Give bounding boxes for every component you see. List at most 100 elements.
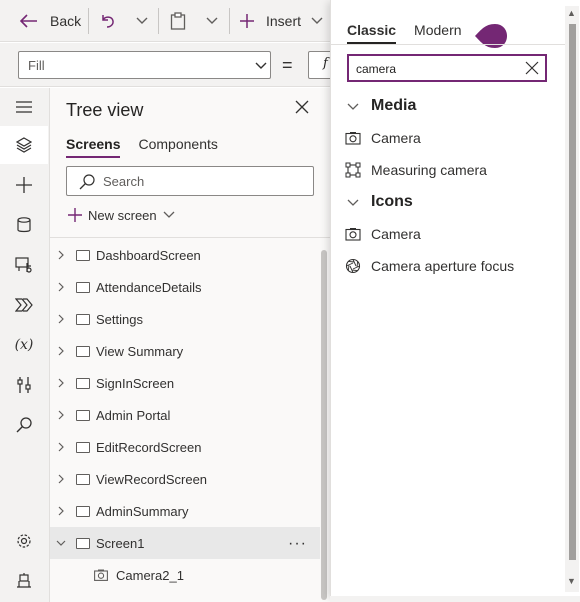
tree-scrollbar[interactable] xyxy=(321,250,327,600)
tree-row[interactable]: DashboardScreen xyxy=(50,239,320,271)
left-rail: (x) xyxy=(0,88,50,602)
chevron-right-icon[interactable] xyxy=(56,314,66,324)
insert-flyout: Classic Modern camera Media Camera Measu… xyxy=(330,0,580,596)
plus-icon xyxy=(16,177,32,193)
insert-item-measuring-camera[interactable]: Measuring camera xyxy=(345,158,487,182)
tree-row-label: Admin Portal xyxy=(96,407,171,423)
screen-icon xyxy=(76,473,90,485)
variables-button[interactable]: (x) xyxy=(0,326,48,364)
tree-view-panel: Tree view Screens Components Search New … xyxy=(50,88,330,602)
undo-button[interactable] xyxy=(100,0,116,42)
chevron-right-icon[interactable] xyxy=(56,442,66,452)
flyout-tabs: Classic Modern xyxy=(347,22,462,44)
screen-icon xyxy=(76,505,90,517)
tree-row-label: DashboardScreen xyxy=(96,247,201,263)
chevron-right-icon[interactable] xyxy=(56,506,66,516)
screen-icon xyxy=(76,313,90,325)
tree-row-selected[interactable]: Screen1 ··· xyxy=(50,527,320,559)
tree-row[interactable]: AdminSummary xyxy=(50,495,320,527)
screen-icon xyxy=(76,377,90,389)
undo-dropdown-button[interactable] xyxy=(136,0,148,42)
chevron-right-icon[interactable] xyxy=(56,282,66,292)
tree-row[interactable]: EditRecordScreen xyxy=(50,431,320,463)
tab-screens[interactable]: Screens xyxy=(66,136,121,158)
tree-tabs: Screens Components xyxy=(66,136,218,158)
tab-modern[interactable]: Modern xyxy=(414,22,461,44)
tree-row[interactable]: SignInScreen xyxy=(50,367,320,399)
plus-icon xyxy=(68,208,82,222)
new-screen-label: New screen xyxy=(88,207,157,223)
tab-classic[interactable]: Classic xyxy=(347,22,397,44)
chevron-right-icon[interactable] xyxy=(56,378,66,388)
item-label: Camera aperture focus xyxy=(371,258,515,274)
insert-item-camera[interactable]: Camera xyxy=(345,126,421,150)
clipboard-icon xyxy=(170,12,186,30)
insert-rail-button[interactable] xyxy=(0,166,48,204)
toolbar-divider xyxy=(88,8,89,34)
tree-row-label: Screen1 xyxy=(96,535,145,551)
data-button[interactable] xyxy=(0,206,48,244)
category-label: Media xyxy=(371,97,417,114)
search-icon xyxy=(16,417,32,433)
chevron-right-icon[interactable] xyxy=(56,250,66,260)
tree-row[interactable]: ViewRecordScreen xyxy=(50,463,320,495)
flyout-scrollbar-thumb[interactable] xyxy=(569,24,576,560)
chevron-down-icon[interactable] xyxy=(56,538,66,548)
panel-title: Tree view xyxy=(66,100,144,120)
tree-row-label: View Summary xyxy=(96,343,184,359)
camera-icon xyxy=(345,132,361,145)
undo-icon xyxy=(102,15,114,28)
category-label: Icons xyxy=(371,193,413,210)
tab-components[interactable]: Components xyxy=(138,136,217,158)
scroll-down-arrow-icon[interactable]: ▼ xyxy=(567,576,576,586)
more-options-button[interactable]: ··· xyxy=(288,535,307,553)
tree-row[interactable]: Settings xyxy=(50,303,320,335)
bot-icon xyxy=(17,573,31,588)
property-dropdown[interactable]: Fill xyxy=(18,51,271,79)
virtual-agent-button[interactable] xyxy=(0,562,48,600)
chevron-right-icon[interactable] xyxy=(56,474,66,484)
power-automate-button[interactable] xyxy=(0,286,48,324)
new-screen-button[interactable]: New screen xyxy=(68,204,175,226)
insert-button[interactable]: Insert xyxy=(240,0,323,42)
tree-row-label: Settings xyxy=(96,311,143,327)
search-icon xyxy=(79,174,95,190)
settings-button[interactable] xyxy=(0,522,48,560)
cursor-indicator-icon xyxy=(475,24,507,48)
paste-button[interactable] xyxy=(170,0,186,42)
insert-item-camera-icon[interactable]: Camera xyxy=(345,222,421,246)
tree-row[interactable]: Admin Portal xyxy=(50,399,320,431)
insert-item-camera-aperture-focus[interactable]: Camera aperture focus xyxy=(345,254,514,278)
scroll-up-arrow-icon[interactable]: ▲ xyxy=(567,8,576,18)
flyout-search-input[interactable]: camera xyxy=(347,54,547,82)
variables-icon: (x) xyxy=(14,337,34,353)
advanced-tools-button[interactable] xyxy=(0,366,48,404)
close-panel-button[interactable] xyxy=(295,100,315,120)
category-header[interactable]: Media xyxy=(347,94,416,118)
media-button[interactable] xyxy=(0,246,48,284)
database-icon xyxy=(17,217,31,233)
tree-row[interactable]: View Summary xyxy=(50,335,320,367)
layers-icon xyxy=(16,137,32,153)
search-rail-button[interactable] xyxy=(0,406,48,444)
tree-row-label: AttendanceDetails xyxy=(96,279,202,295)
tree-search-input[interactable]: Search xyxy=(66,166,314,196)
clear-search-icon[interactable] xyxy=(525,61,539,75)
chevron-down-icon xyxy=(347,199,359,206)
aperture-icon xyxy=(345,258,361,274)
screen-icon xyxy=(76,409,90,421)
tree-view-button[interactable] xyxy=(0,126,48,164)
category-header[interactable]: Icons xyxy=(347,190,413,214)
screen-icon xyxy=(76,441,90,453)
chevron-right-icon[interactable] xyxy=(56,346,66,356)
divider xyxy=(331,44,565,45)
hamburger-menu-button[interactable] xyxy=(0,88,48,126)
screen-list: DashboardScreen AttendanceDetails Settin… xyxy=(50,239,320,591)
tree-row[interactable]: AttendanceDetails xyxy=(50,271,320,303)
chevron-right-icon[interactable] xyxy=(56,410,66,420)
back-button[interactable]: Back xyxy=(20,0,81,42)
toolbar-divider xyxy=(229,8,230,34)
chevron-down-icon xyxy=(136,17,148,24)
paste-dropdown-button[interactable] xyxy=(206,0,218,42)
tree-child-row[interactable]: Camera2_1 xyxy=(50,559,320,591)
